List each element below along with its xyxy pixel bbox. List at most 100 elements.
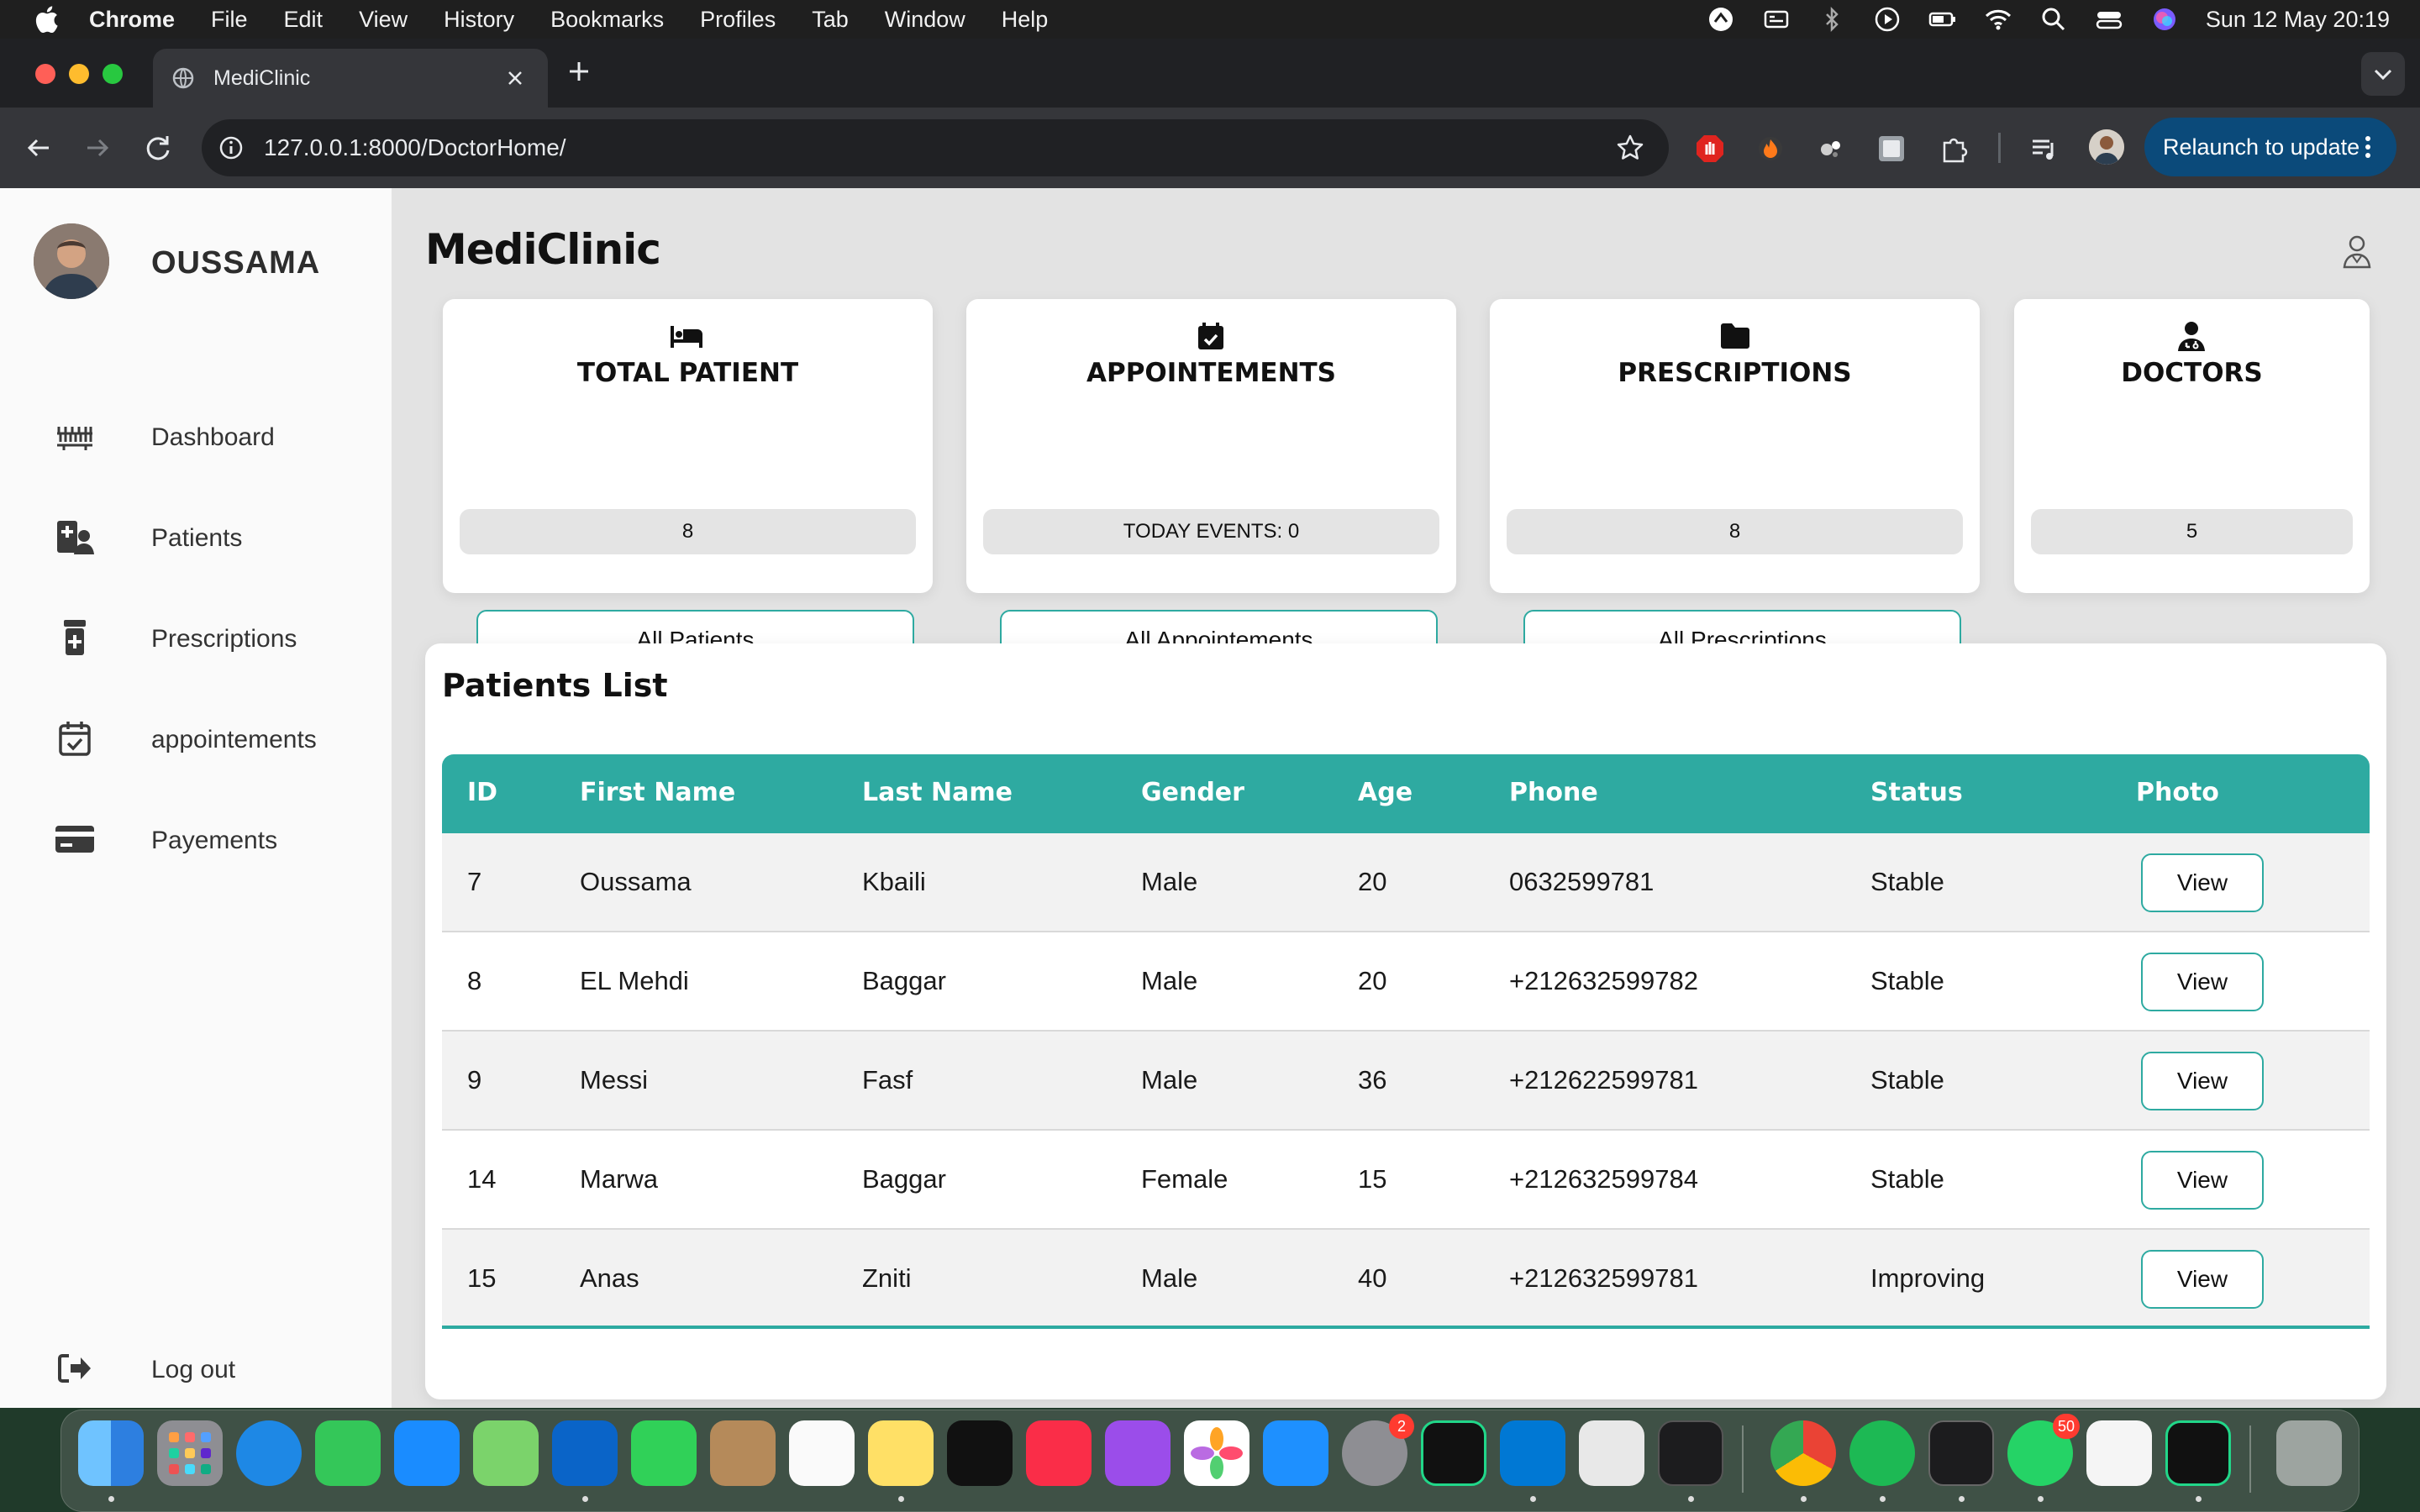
page-title: MediClinic xyxy=(425,225,661,274)
user-photo-icon xyxy=(34,223,109,299)
roblox-icon[interactable] xyxy=(1579,1420,1644,1486)
media-controls-icon[interactable] xyxy=(2028,133,2060,165)
sidebar-item-appointements[interactable]: appointements xyxy=(0,694,392,778)
cell-phone: +212632599784 xyxy=(1509,1164,1698,1194)
view-photo-button[interactable]: View xyxy=(2141,1151,2264,1210)
patients-table: ID First Name Last Name Gender Age Phone… xyxy=(442,754,2370,1329)
card-title: TOTAL PATIENT xyxy=(576,358,799,388)
extension-adblock-icon[interactable] xyxy=(1694,133,1726,165)
safari-icon[interactable] xyxy=(236,1420,302,1486)
menu-profiles[interactable]: Profiles xyxy=(700,7,776,33)
spotlight-search-icon[interactable] xyxy=(2039,5,2068,34)
control-center-icon[interactable] xyxy=(2095,5,2123,34)
menu-edit[interactable]: Edit xyxy=(284,7,324,33)
tab-search-button[interactable] xyxy=(2361,52,2405,96)
bookmark-star-icon[interactable] xyxy=(1615,133,1645,163)
site-info-icon[interactable] xyxy=(217,134,245,162)
chrome-icon[interactable] xyxy=(1770,1420,1836,1486)
extension-fire-icon[interactable] xyxy=(1754,133,1786,165)
window-close-button[interactable] xyxy=(35,64,55,84)
sidebar-item-payements[interactable]: Payements xyxy=(0,795,392,879)
facetime-icon[interactable] xyxy=(631,1420,697,1486)
view-photo-button[interactable]: View xyxy=(2141,953,2264,1011)
photos-icon[interactable] xyxy=(1184,1420,1249,1486)
sidebar-item-patients[interactable]: Patients xyxy=(0,492,392,576)
menu-history[interactable]: History xyxy=(444,7,514,33)
logout-button[interactable]: Log out xyxy=(0,1324,392,1408)
apple-logo-icon[interactable] xyxy=(34,5,59,34)
battery-icon[interactable] xyxy=(1928,5,1957,34)
finder-icon[interactable] xyxy=(78,1420,144,1486)
address-bar[interactable]: 127.0.0.1:8000/DoctorHome/ xyxy=(202,119,1669,176)
macos-menu-bar: Chrome File Edit View History Bookmarks … xyxy=(0,0,2420,39)
textedit-icon[interactable] xyxy=(2086,1420,2152,1486)
mail-icon[interactable] xyxy=(394,1420,460,1486)
launchpad-icon[interactable] xyxy=(157,1420,223,1486)
extension-dots-icon[interactable] xyxy=(1815,133,1847,165)
close-tab-icon[interactable] xyxy=(504,67,526,89)
trash-icon[interactable] xyxy=(2276,1420,2342,1486)
notes-icon[interactable] xyxy=(868,1420,934,1486)
apple-tv-icon[interactable] xyxy=(947,1420,1013,1486)
cell-status: Stable xyxy=(1870,966,1944,995)
menu-app-name[interactable]: Chrome xyxy=(89,7,175,33)
window-zoom-button[interactable] xyxy=(103,64,123,84)
input-source-icon[interactable] xyxy=(1762,5,1791,34)
menu-bookmarks[interactable]: Bookmarks xyxy=(550,7,664,33)
dashboard-icon xyxy=(57,427,92,450)
cell-phone: +212622599781 xyxy=(1509,1065,1698,1095)
column-header-age: Age xyxy=(1358,778,1413,807)
back-arrow-icon[interactable] xyxy=(22,131,55,165)
view-photo-button[interactable]: View xyxy=(2141,1052,2264,1110)
url-text[interactable]: 127.0.0.1:8000/DoctorHome/ xyxy=(264,134,566,161)
browser-tab-active[interactable]: MediClinic xyxy=(153,49,548,108)
vscode-icon[interactable] xyxy=(1500,1420,1565,1486)
bluetooth-icon[interactable] xyxy=(1818,5,1846,34)
user-avatar[interactable] xyxy=(34,223,109,299)
vpn-status-icon[interactable] xyxy=(1707,5,1735,34)
table-row: 14 Marwa Baggar Female 15 +212632599784 … xyxy=(442,1131,2370,1230)
menu-clock[interactable]: Sun 12 May 20:19 xyxy=(2206,7,2390,33)
music-icon[interactable] xyxy=(1026,1420,1092,1486)
pycharm-ce-icon[interactable] xyxy=(2165,1420,2231,1486)
view-photo-button[interactable]: View xyxy=(2141,853,2264,912)
app-store-icon[interactable] xyxy=(1263,1420,1328,1486)
more-vertical-icon[interactable] xyxy=(2353,132,2383,162)
play-icon[interactable] xyxy=(1873,5,1902,34)
sidebar-label: Prescriptions xyxy=(151,625,297,653)
outlook-icon[interactable] xyxy=(552,1420,618,1486)
user-doctor-icon[interactable] xyxy=(2343,235,2371,269)
globe-icon xyxy=(172,67,194,89)
table-row: 9 Messi Fasf Male 36 +212622599781 Stabl… xyxy=(442,1032,2370,1131)
profile-avatar[interactable] xyxy=(2089,129,2124,165)
activity-monitor-icon[interactable] xyxy=(1928,1420,1994,1486)
menu-file[interactable]: File xyxy=(211,7,248,33)
pycharm-icon[interactable] xyxy=(1421,1420,1486,1486)
reload-icon[interactable] xyxy=(141,131,175,165)
relaunch-to-update-button[interactable]: Relaunch to update xyxy=(2144,118,2396,176)
sidebar-item-dashboard[interactable]: Dashboard xyxy=(0,391,392,475)
menu-view[interactable]: View xyxy=(359,7,408,33)
wifi-icon[interactable] xyxy=(1984,5,2012,34)
maps-icon[interactable] xyxy=(473,1420,539,1486)
reminders-icon[interactable] xyxy=(789,1420,855,1486)
menu-window[interactable]: Window xyxy=(885,7,965,33)
menu-help[interactable]: Help xyxy=(1002,7,1049,33)
sidebar-item-prescriptions[interactable]: Prescriptions xyxy=(0,593,392,677)
menu-tab[interactable]: Tab xyxy=(812,7,849,33)
window-minimize-button[interactable] xyxy=(69,64,89,84)
new-tab-icon[interactable] xyxy=(565,57,593,86)
view-photo-button[interactable]: View xyxy=(2141,1250,2264,1309)
extensions-puzzle-icon[interactable] xyxy=(1938,133,1970,165)
siri-icon[interactable] xyxy=(2150,5,2179,34)
forward-arrow-icon[interactable] xyxy=(81,131,114,165)
contacts-icon[interactable] xyxy=(710,1420,776,1486)
extension-image-icon[interactable] xyxy=(1876,133,1907,165)
system-settings-icon[interactable]: 2 xyxy=(1342,1414,1414,1486)
cell-last-name: Zniti xyxy=(862,1263,912,1293)
spotify-icon[interactable] xyxy=(1849,1420,1915,1486)
podcasts-icon[interactable] xyxy=(1105,1420,1171,1486)
terminal-icon[interactable] xyxy=(1658,1420,1723,1486)
whatsapp-icon[interactable]: 50 xyxy=(2007,1414,2080,1486)
messages-icon[interactable] xyxy=(315,1420,381,1486)
